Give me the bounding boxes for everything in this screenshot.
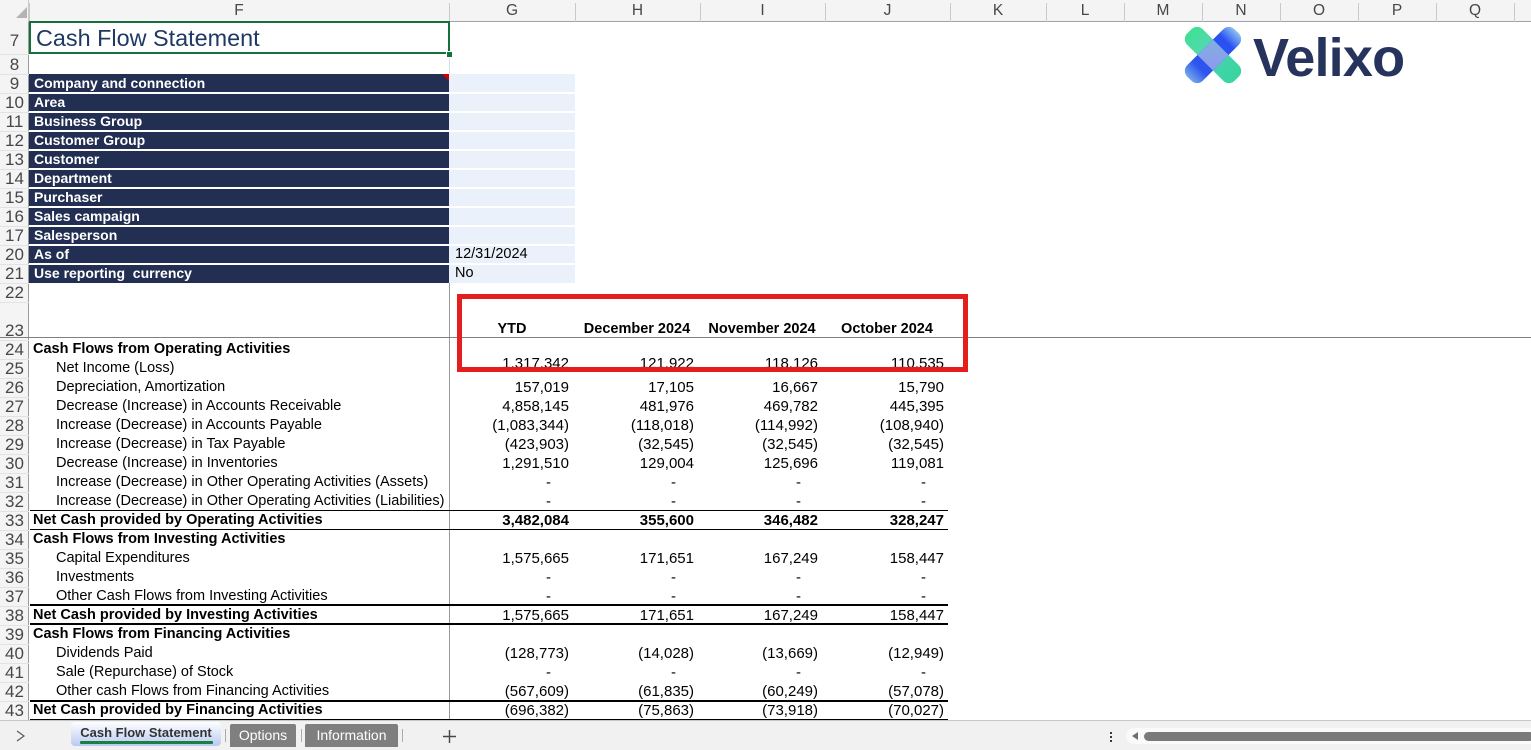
svg-text:Velixo: Velixo [1253, 28, 1404, 86]
